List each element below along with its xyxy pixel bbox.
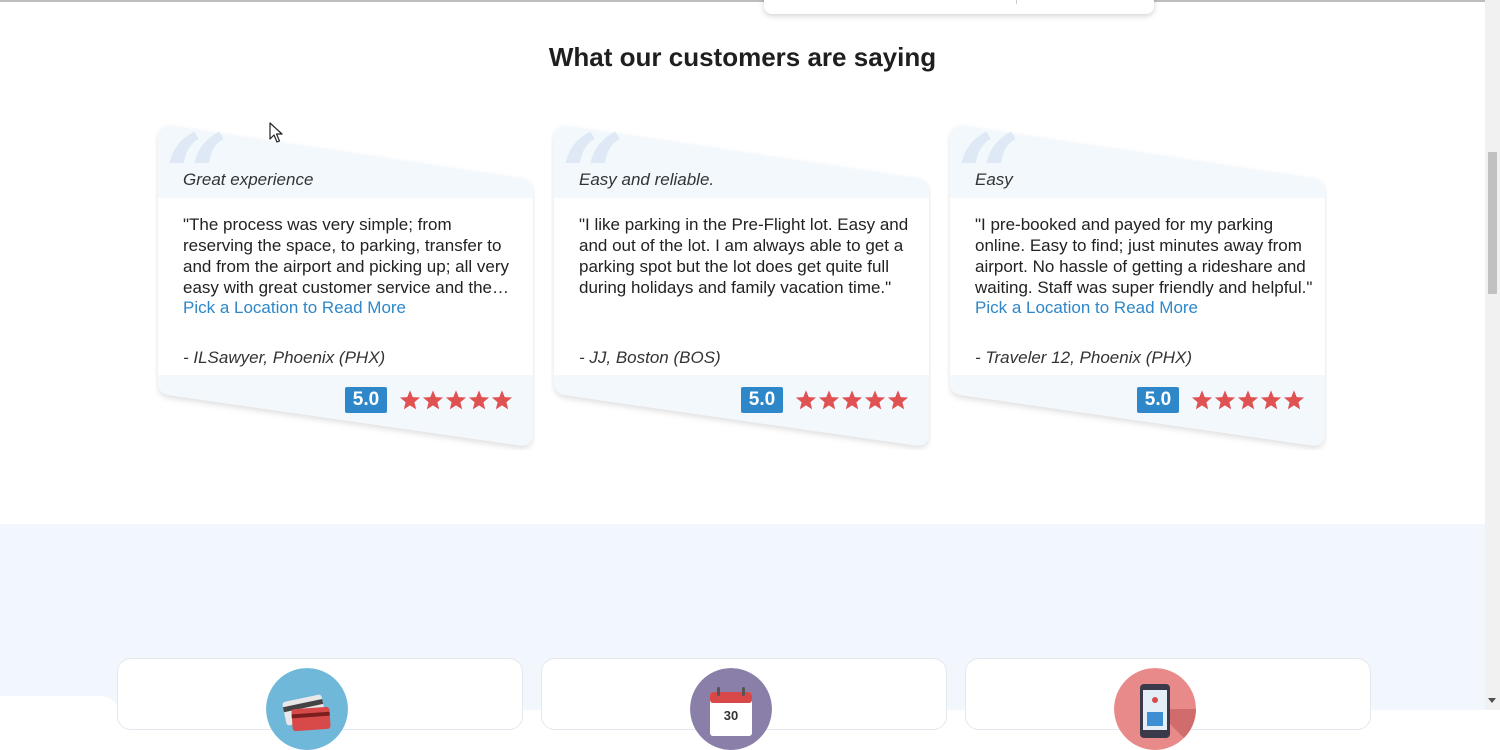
star-rating xyxy=(399,389,513,411)
feature-card: 30 xyxy=(541,658,947,750)
review-card: “ Great experience "The process was very… xyxy=(155,120,535,450)
review-title: Great experience xyxy=(183,170,314,189)
page-scrollbar[interactable] xyxy=(1485,0,1500,710)
star-icon xyxy=(841,390,863,410)
feature-card xyxy=(117,658,523,750)
star-icon xyxy=(818,390,840,410)
star-rating xyxy=(795,389,909,411)
review-author: - Traveler 12, Phoenix (PHX) xyxy=(975,348,1192,367)
read-more-link[interactable]: Pick a Location to Read More xyxy=(975,298,1198,318)
star-icon xyxy=(795,390,817,410)
star-icon xyxy=(468,390,490,410)
review-text: "I like parking in the Pre-Flight lot. E… xyxy=(579,215,909,297)
star-icon xyxy=(864,390,886,410)
section-title: What our customers are saying xyxy=(548,42,937,72)
calendar-day: 30 xyxy=(723,708,739,723)
scroll-down-arrow-icon[interactable] xyxy=(1488,698,1496,703)
review-text: "I pre-booked and payed for my parking o… xyxy=(975,215,1313,297)
star-icon xyxy=(1237,390,1259,410)
star-icon xyxy=(887,390,909,410)
feature-card xyxy=(965,658,1371,750)
review-title: Easy and reliable. xyxy=(579,170,715,189)
dropdown-divider xyxy=(1016,0,1017,4)
review-card: “ Easy and reliable. "I like parking in … xyxy=(551,120,931,450)
review-title: Easy xyxy=(975,170,1013,189)
review-author: - ILSawyer, Phoenix (PHX) xyxy=(183,348,386,367)
rating-badge: 5.0 xyxy=(345,387,387,413)
star-icon xyxy=(1283,390,1305,410)
star-icon xyxy=(491,390,513,410)
mouse-cursor-icon xyxy=(269,122,283,143)
star-icon xyxy=(445,390,467,410)
star-icon xyxy=(1260,390,1282,410)
rating-badge: 5.0 xyxy=(1137,387,1179,413)
decorative-wave xyxy=(0,696,120,716)
credit-card-icon xyxy=(266,668,348,750)
review-text: "The process was very simple; from reser… xyxy=(183,215,510,297)
star-icon xyxy=(1214,390,1236,410)
calendar-icon: 30 xyxy=(690,668,772,750)
scrollbar-thumb[interactable] xyxy=(1488,152,1497,294)
header-dropdown-panel xyxy=(764,0,1154,14)
mobile-phone-icon xyxy=(1114,668,1196,750)
rating-badge: 5.0 xyxy=(741,387,783,413)
star-icon xyxy=(1191,390,1213,410)
star-rating xyxy=(1191,389,1305,411)
star-icon xyxy=(422,390,444,410)
review-author: - JJ, Boston (BOS) xyxy=(579,348,721,367)
browser-top-border xyxy=(0,0,1485,2)
star-icon xyxy=(399,390,421,410)
read-more-link[interactable]: Pick a Location to Read More xyxy=(183,298,406,318)
review-card: “ Easy "I pre-booked and payed for my pa… xyxy=(947,120,1327,450)
